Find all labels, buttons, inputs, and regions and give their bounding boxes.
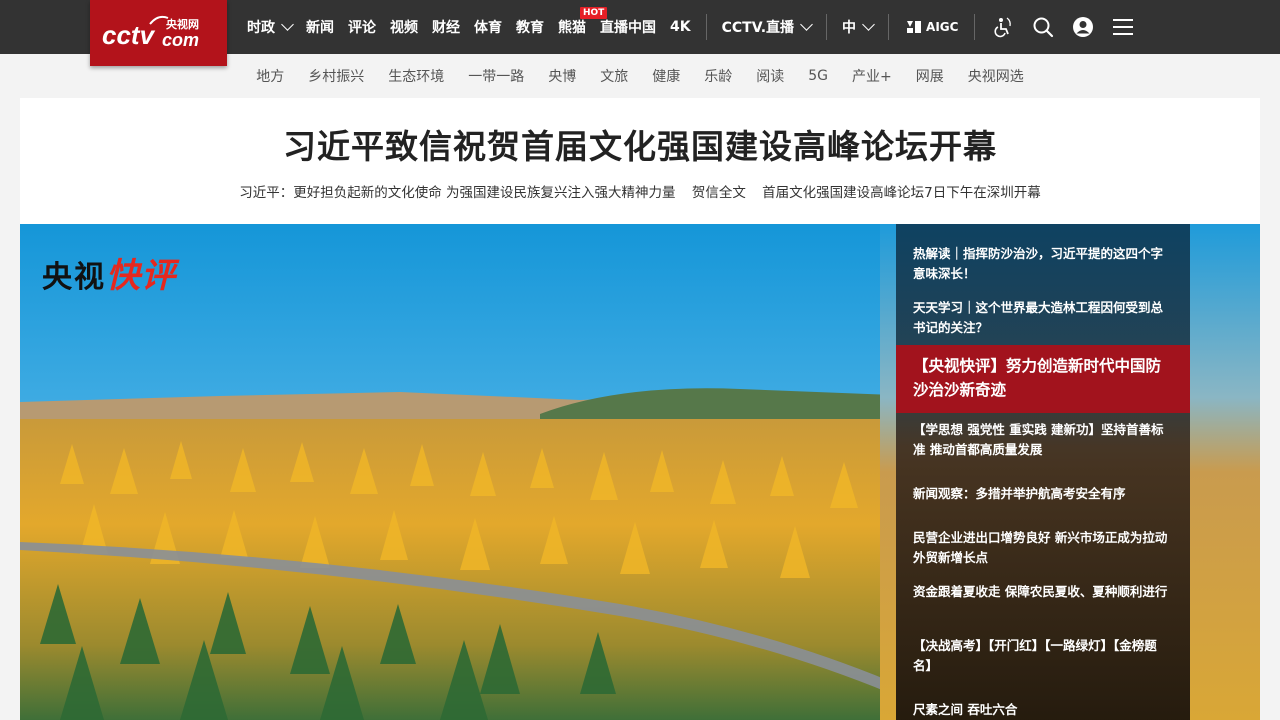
subnav-item-shop[interactable]: 央视网选 — [956, 66, 1036, 86]
chevron-down-icon — [800, 18, 813, 31]
nav-label: 财经 — [432, 20, 460, 36]
menu-icon — [1113, 19, 1134, 35]
badge-text-cctv: 央视 — [42, 260, 106, 295]
subnav-item-expo[interactable]: 网展 — [904, 66, 956, 86]
nav-label: 中 — [842, 20, 857, 36]
nav-item-4k[interactable]: 4K — [663, 0, 698, 54]
nav-item-education[interactable]: 教育 — [509, 0, 551, 54]
side-list-item[interactable]: 【学思想 强党性 重实践 建新功】坚持首善标准 推动首都高质量发展 — [896, 420, 1190, 460]
menu-button[interactable] — [1103, 0, 1143, 54]
user-button[interactable] — [1063, 0, 1103, 54]
aigc-icon — [907, 21, 922, 33]
nav-item-politics[interactable]: 时政 — [240, 0, 299, 54]
nav-label: 时政 — [247, 20, 275, 36]
accessibility-icon — [994, 17, 1012, 38]
search-button[interactable] — [1023, 0, 1063, 54]
headline-link[interactable]: 首届文化强国建设高峰论坛7日下午在深圳开幕 — [762, 185, 1041, 201]
user-icon — [1073, 17, 1094, 37]
subnav-item-local[interactable]: 地方 — [244, 66, 296, 86]
svg-text:com: com — [162, 30, 199, 50]
subnav-item-senior[interactable]: 乐龄 — [692, 66, 744, 86]
nav-item-sports[interactable]: 体育 — [467, 0, 509, 54]
sub-navigation: 地方 乡村振兴 生态环境 一带一路 央博 文旅 健康 乐龄 阅读 5G 产业+ … — [0, 54, 1280, 98]
divider — [826, 14, 828, 40]
nav-item-comment[interactable]: 评论 — [341, 0, 383, 54]
main-nav: 时政 新闻 评论 视频 财经 体育 教育 熊猫 HOT 直播中国 4K CCTV.… — [240, 0, 1143, 54]
search-icon — [1033, 17, 1054, 38]
side-list-item[interactable]: 民营企业进出口增势良好 新兴市场正成为拉动外贸新增长点 — [896, 528, 1190, 568]
top-navigation-bar: cctv com 央视网 时政 新闻 评论 视频 财经 体育 教育 熊猫 HOT … — [0, 0, 1280, 66]
nav-label: 4K — [670, 19, 691, 35]
side-list-item[interactable]: 尺素之间 吞吐六合 — [896, 700, 1190, 720]
svg-text:cctv: cctv — [102, 20, 156, 50]
divider — [974, 14, 976, 40]
subnav-item-health[interactable]: 健康 — [640, 66, 692, 86]
accessibility-button[interactable] — [983, 0, 1023, 54]
side-list-item[interactable]: 天天学习｜这个世界最大造林工程因何受到总书记的关注？ — [896, 298, 1190, 338]
nav-label: 教育 — [516, 20, 544, 36]
side-list-item[interactable]: 【决战高考】【开门红】【一路绿灯】【金榜题名】 — [896, 636, 1190, 676]
nav-item-finance[interactable]: 财经 — [425, 0, 467, 54]
language-selector[interactable]: 中 — [835, 0, 880, 54]
side-list-item[interactable]: 资金跟着夏收走 保障农民夏收、夏种顺利进行 — [896, 582, 1190, 602]
side-list-item-active[interactable]: 【央视快评】努力创造新时代中国防沙治沙新奇迹 — [896, 345, 1190, 413]
badge-text-kuaiping: 快评 — [106, 256, 176, 296]
headline-link[interactable]: 贺信全文 — [692, 185, 746, 201]
headline-panel: 习近平致信祝贺首届文化强国建设高峰论坛开幕 习近平：更好担负起新的文化使命 为强… — [20, 98, 1260, 224]
hero-side-list: 热解读｜指挥防沙治沙，习近平提的这四个字意味深长！ 天天学习｜这个世界最大造林工… — [896, 224, 1190, 720]
nav-label: CCTV.直播 — [721, 20, 795, 36]
nav-label: 新闻 — [306, 20, 334, 36]
nav-label: 熊猫 — [558, 20, 586, 36]
headline-link[interactable]: 习近平：更好担负起新的文化使命 为强国建设民族复兴注入强大精神力量 — [239, 185, 675, 201]
nav-label: 视频 — [390, 20, 418, 36]
side-list-item[interactable]: 热解读｜指挥防沙治沙，习近平提的这四个字意味深长！ — [896, 244, 1190, 284]
nav-label: 体育 — [474, 20, 502, 36]
nav-item-video[interactable]: 视频 — [383, 0, 425, 54]
aigc-label: AIGC — [926, 20, 959, 34]
hero-carousel: 央视 快评 热解读｜指挥防沙治沙，习近平提的这四个字意味深长！ 天天学习｜这个世… — [20, 224, 1260, 720]
subnav-item-industry[interactable]: 产业+ — [840, 66, 904, 86]
subnav-item-reading[interactable]: 阅读 — [744, 66, 796, 86]
divider — [705, 14, 707, 40]
subnav-item-rural[interactable]: 乡村振兴 — [296, 66, 376, 86]
divider — [888, 14, 890, 40]
subnav-item-ecology[interactable]: 生态环境 — [376, 66, 456, 86]
nav-label: 直播中国 — [600, 20, 656, 36]
nav-item-live-china[interactable]: 直播中国 — [593, 0, 663, 54]
side-list-item[interactable]: 新闻观察：多措并举护航高考安全有序 — [896, 484, 1190, 504]
subnav-item-5g[interactable]: 5G — [796, 68, 840, 84]
svg-text:央视网: 央视网 — [166, 17, 199, 31]
kuaiping-badge: 央视 快评 — [42, 248, 176, 297]
nav-item-cctv-live[interactable]: CCTV.直播 — [715, 0, 818, 54]
aigc-link[interactable]: AIGC — [897, 18, 966, 36]
subnav-item-culture-tourism[interactable]: 文旅 — [588, 66, 640, 86]
headline-related-links: 习近平：更好担负起新的文化使命 为强国建设民族复兴注入强大精神力量 贺信全文 首… — [20, 181, 1260, 201]
subnav-item-yangbo[interactable]: 央博 — [536, 66, 588, 86]
chevron-down-icon — [281, 18, 294, 31]
chevron-down-icon — [862, 18, 875, 31]
nav-item-panda[interactable]: 熊猫 HOT — [551, 0, 608, 54]
nav-item-news[interactable]: 新闻 — [299, 0, 341, 54]
subnav-item-belt-road[interactable]: 一带一路 — [456, 66, 536, 86]
headline-title[interactable]: 习近平致信祝贺首届文化强国建设高峰论坛开幕 — [20, 120, 1260, 168]
nav-label: 评论 — [348, 20, 376, 36]
